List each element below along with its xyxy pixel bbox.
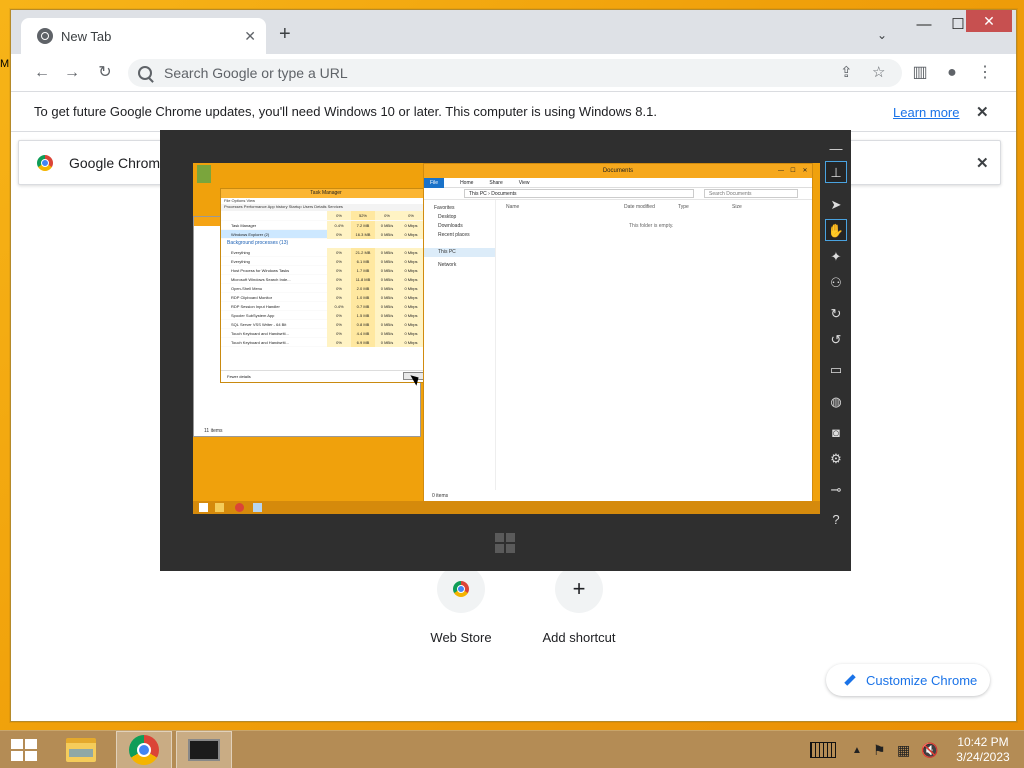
viewer-windows-logo-icon[interactable] <box>495 533 515 553</box>
notification-text: Google Chrome <box>69 154 168 171</box>
remote-viewer-taskbar-button[interactable] <box>176 731 232 768</box>
infobar-message: To get future Google Chrome updates, you… <box>34 104 657 119</box>
shortcut-add[interactable]: + Add shortcut <box>529 565 629 645</box>
pin-icon[interactable]: ⊥ <box>825 161 847 183</box>
clock-date: 3/24/2023 <box>956 750 1010 764</box>
chrome-tab-icon <box>37 28 53 44</box>
rotate-back-icon[interactable]: ↺ <box>825 329 847 351</box>
system-clock[interactable]: 10:42 PM 3/24/2023 <box>950 735 1016 765</box>
remote-start-icon <box>199 503 208 512</box>
address-input[interactable] <box>164 65 824 81</box>
rotate-icon[interactable]: ↻ <box>825 303 847 325</box>
chrome-taskbar-button[interactable] <box>116 731 172 768</box>
search-icon <box>138 66 152 80</box>
update-infobar: To get future Google Chrome updates, you… <box>11 92 1016 132</box>
remote-task-manager: Task Manager File Options View Processes… <box>220 188 432 383</box>
remote-screen[interactable]: 11 items Task Manager File Options View … <box>193 163 820 514</box>
globe-icon[interactable]: ◍ <box>825 391 847 413</box>
side-panel-icon[interactable]: ▥ <box>909 62 931 84</box>
shortcut-label: Add shortcut <box>542 630 616 645</box>
documents-title: Documents — ☐ ✕ <box>424 164 812 178</box>
menu-kebab-icon[interactable]: ⋮ <box>974 62 996 84</box>
windows-taskbar: ▲ ⚑ ▦ 🔇 10:42 PM 3/24/2023 <box>0 730 1024 768</box>
shortcut-web-store[interactable]: Web Store <box>411 565 511 645</box>
close-window-button[interactable]: ✕ <box>966 10 1012 32</box>
pencil-icon <box>844 674 856 686</box>
file-explorer-taskbar-button[interactable] <box>53 731 109 768</box>
learn-more-link[interactable]: Learn more <box>893 105 959 120</box>
desktop-stray-text: M <box>0 58 10 70</box>
documents-empty-text: This folder is empty. <box>629 223 674 229</box>
omnibox[interactable]: ⇪ ☆ <box>128 59 902 87</box>
toolbar: ← → ↻ ⇪ ☆ ▥ ● ⋮ <box>11 54 1016 92</box>
documents-address-bar: This PC › Documents Search Documents <box>424 188 812 200</box>
infobar-close-icon[interactable]: ✕ <box>976 103 989 121</box>
start-windows-icon[interactable] <box>11 739 37 761</box>
customize-label: Customize Chrome <box>866 672 978 688</box>
viewer-sidebar: — ⊥ ➤ ✋ ✦ ⚇ ↻ ↺ ▭ ◍ ◙ ⚙ ⊸? <box>819 130 851 571</box>
minimize-icon[interactable]: — <box>825 138 847 160</box>
network-icon[interactable]: ▦ <box>897 731 910 768</box>
tab-search-chevron-icon[interactable]: ⌄ <box>877 28 887 42</box>
documents-nav-pane: Favorites Desktop Downloads Recent place… <box>424 200 496 490</box>
notification-close-icon[interactable]: ✕ <box>976 154 989 172</box>
remote-folder-icon <box>215 503 224 512</box>
plug-icon[interactable]: ⊸ <box>825 479 847 501</box>
magic-icon[interactable]: ✦ <box>825 246 847 268</box>
profile-avatar-icon[interactable]: ● <box>941 62 963 84</box>
tab-strip: New Tab ✕ + ⌄ — ☐ ✕ <box>11 10 1016 54</box>
volume-muted-icon[interactable]: 🔇 <box>921 731 938 768</box>
tab-new-tab[interactable]: New Tab ✕ <box>21 18 266 54</box>
plus-icon: + <box>555 565 603 613</box>
pointer-icon[interactable]: ➤ <box>825 194 847 216</box>
customize-chrome-button[interactable]: Customize Chrome <box>826 664 990 696</box>
shortcut-label: Web Store <box>430 630 492 645</box>
process-row: Touch Keyboard and Handwriti... 0% 6.9 MB 0… <box>221 337 431 347</box>
bookmark-star-icon[interactable]: ☆ <box>872 63 885 81</box>
task-manager-header: 0% 52% 0% 0% <box>221 211 431 221</box>
chrome-icon <box>129 735 159 765</box>
remote-desktop-icon <box>197 165 211 183</box>
tab-close-icon[interactable]: ✕ <box>244 28 256 45</box>
back-icon[interactable]: ← <box>31 62 53 84</box>
documents-ribbon: File Home Share View <box>424 177 812 188</box>
help-icon[interactable]: ? <box>825 509 847 531</box>
new-tab-button[interactable]: + <box>279 24 291 44</box>
hand-icon[interactable]: ✋ <box>825 219 847 241</box>
remote-taskman-icon <box>253 503 262 512</box>
remote-chrome-icon <box>235 503 244 512</box>
group-icon[interactable]: ⚇ <box>825 272 847 294</box>
process-row: Windows Explorer (2) 0% 16.3 MB 0 MB/s 0 Mbp… <box>221 229 431 239</box>
task-manager-tabs: Processes Performance App history Startu… <box>221 204 431 211</box>
fewer-details-link: Fewer details <box>221 370 431 382</box>
keyboard-icon[interactable] <box>810 731 836 768</box>
documents-status: 0 items <box>432 493 449 499</box>
task-manager-title: Task Manager <box>221 189 431 198</box>
forward-icon[interactable]: → <box>61 62 83 84</box>
web-store-icon <box>437 565 485 613</box>
gear-icon[interactable]: ⚙ <box>825 448 847 470</box>
shortcuts: Web Store + Add shortcut <box>411 565 641 645</box>
chrome-logo-icon <box>37 154 53 171</box>
minimize-button[interactable]: — <box>908 14 940 40</box>
monitor-icon[interactable]: ▭ <box>825 359 847 381</box>
reload-icon[interactable]: ↻ <box>94 62 116 84</box>
documents-columns: Name Date modified Type Size <box>506 204 742 210</box>
camera-icon[interactable]: ◙ <box>825 422 847 444</box>
remote-viewer-window: 11 items Task Manager File Options View … <box>160 130 851 571</box>
clock-time: 10:42 PM <box>957 735 1009 749</box>
remote-taskbar <box>193 501 820 514</box>
tab-title: New Tab <box>61 28 112 44</box>
show-hidden-icons-chevron-icon[interactable]: ▲ <box>852 731 862 768</box>
folder-icon <box>66 738 96 762</box>
remote-explorer-status: 11 items <box>204 428 223 434</box>
action-center-flag-icon[interactable]: ⚑ <box>873 731 886 768</box>
share-icon[interactable]: ⇪ <box>840 63 853 81</box>
remote-documents-window: Documents — ☐ ✕ File Home Share View This … <box>423 163 813 503</box>
monitor-icon <box>188 739 220 761</box>
